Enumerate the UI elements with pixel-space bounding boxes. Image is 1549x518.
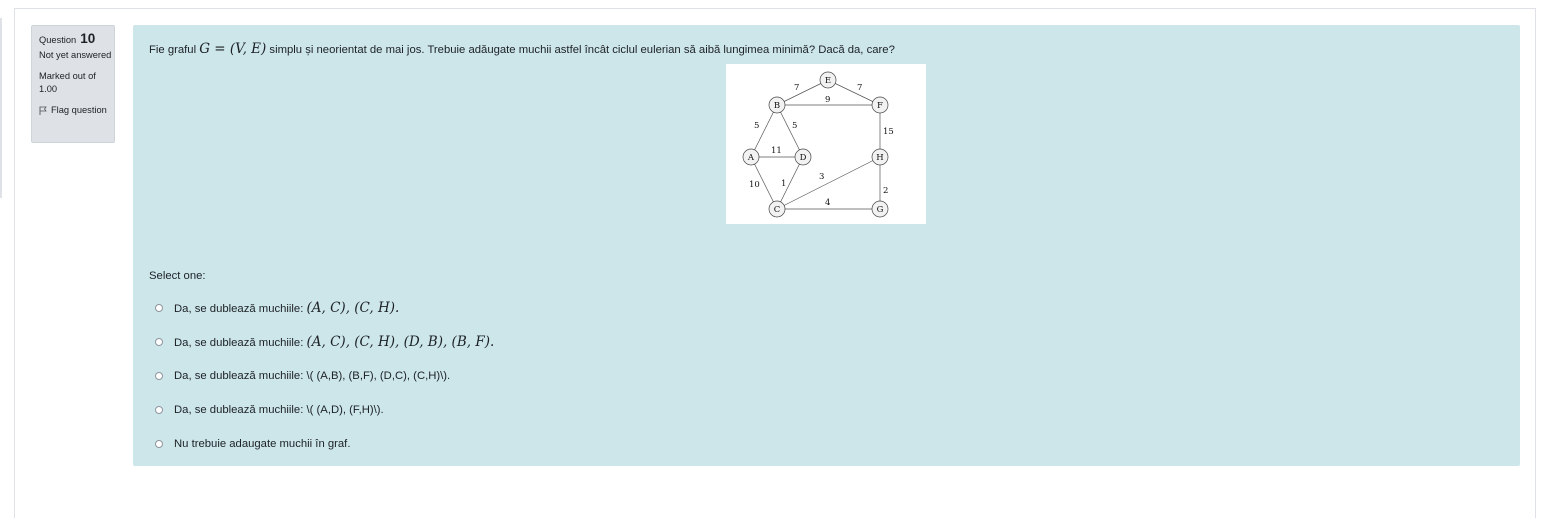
question-number-value: 10 [80, 31, 96, 46]
answer-option-4[interactable]: Da, se dublează muchiile: \( (A,D), (F,H… [155, 393, 494, 427]
flag-question-label: Flag question [51, 105, 107, 115]
question-info-panel: Question 10 Not yet answered Marked out … [31, 25, 115, 143]
answer-radio-2[interactable] [155, 338, 163, 346]
question-text: Fie graful G = (V, E) simplu și neorient… [149, 41, 895, 57]
weight-d-c: 1 [781, 179, 786, 189]
edge-e-f [827, 79, 881, 106]
graph-image: 7 7 9 5 5 15 11 10 1 3 2 4 E B F A D H C… [726, 64, 926, 224]
question-text-before: Fie graful [149, 44, 200, 56]
answer-prefix-2: Da, se dublează muchiile: [174, 337, 307, 349]
node-label-b: B [774, 101, 780, 111]
answer-label-3[interactable]: Da, se dublează muchiile: \( (A,B), (B,F… [174, 370, 450, 382]
weight-b-e: 7 [794, 83, 799, 93]
weight-a-b: 5 [754, 121, 759, 131]
answer-math-2: (A, C), (C, H), (D, B), (B, F). [306, 334, 495, 350]
answer-list: Da, se dublează muchiile: (A, C), (C, H)… [155, 291, 494, 461]
answer-raw-4: \( (A,D), (F,H)\). [306, 404, 384, 416]
answer-label-2[interactable]: Da, se dublează muchiile: (A, C), (C, H)… [174, 334, 494, 350]
answer-label-1[interactable]: Da, se dublează muchiile: (A, C), (C, H)… [174, 300, 399, 316]
answer-prefix-3: Da, se dublează muchiile: [174, 370, 307, 382]
answer-label-4[interactable]: Da, se dublează muchiile: \( (A,D), (F,H… [174, 404, 384, 416]
node-label-f: F [877, 101, 883, 111]
answer-raw-3: \( (A,B), (B,F), (D,C), (C,H)\). [306, 370, 451, 382]
graph-edges [750, 79, 881, 210]
answer-radio-1[interactable] [155, 304, 163, 312]
answer-prefix-4: Da, se dublează muchiile: [174, 404, 307, 416]
node-label-a: A [747, 153, 755, 163]
weight-h-g: 2 [883, 186, 888, 196]
weight-b-d: 5 [792, 121, 797, 131]
weight-c-h: 3 [819, 172, 824, 182]
answer-label-5[interactable]: Nu trebuie adaugate muchii în graf. [174, 438, 350, 450]
question-math: G = (V, E) [199, 41, 267, 57]
flag-question-link[interactable]: Flag question [39, 104, 114, 117]
edge-b-e [776, 79, 829, 106]
flag-icon [39, 106, 47, 115]
answer-option-3[interactable]: Da, se dublează muchiile: \( (A,B), (B,F… [155, 359, 494, 393]
answer-radio-4[interactable] [155, 406, 163, 414]
answer-radio-5[interactable] [155, 440, 163, 448]
question-state: Not yet answered [39, 50, 112, 60]
answer-option-2[interactable]: Da, se dublează muchiile: (A, C), (C, H)… [155, 325, 494, 359]
answer-radio-3[interactable] [155, 372, 163, 380]
answer-prefix-5: Nu trebuie adaugate muchii în graf. [174, 438, 351, 450]
weight-c-g: 4 [825, 198, 830, 208]
node-label-g: G [877, 205, 884, 215]
question-number: Question 10 [39, 32, 114, 47]
answer-math-1: (A, C), (C, H). [306, 300, 400, 316]
node-label-e: E [825, 76, 831, 86]
node-label-d: D [800, 153, 807, 163]
graph-svg: 7 7 9 5 5 15 11 10 1 3 2 4 E B F A D H C… [742, 71, 894, 218]
node-label-h: H [876, 153, 883, 163]
question-text-after: simplu și neorientat de mai jos. Trebuie… [266, 44, 895, 56]
graph-nodes [742, 71, 889, 218]
weight-b-f: 9 [825, 95, 830, 105]
question-content: Fie graful G = (V, E) simplu și neorient… [133, 25, 1520, 466]
answer-prefix-1: Da, se dublează muchiile: [174, 303, 307, 315]
answer-option-5[interactable]: Nu trebuie adaugate muchii în graf. [155, 427, 494, 461]
weight-a-c: 10 [749, 180, 760, 190]
left-border-strip [0, 18, 2, 198]
select-one-prompt: Select one: [149, 270, 206, 282]
question-label: Question [39, 35, 77, 45]
weight-a-d: 11 [771, 146, 782, 156]
weight-f-h: 15 [883, 127, 894, 137]
answer-option-1[interactable]: Da, se dublează muchiile: (A, C), (C, H)… [155, 291, 494, 325]
node-label-c: C [774, 205, 781, 215]
weight-e-f: 7 [857, 83, 862, 93]
question-grade: Marked out of 1.00 [39, 71, 96, 94]
